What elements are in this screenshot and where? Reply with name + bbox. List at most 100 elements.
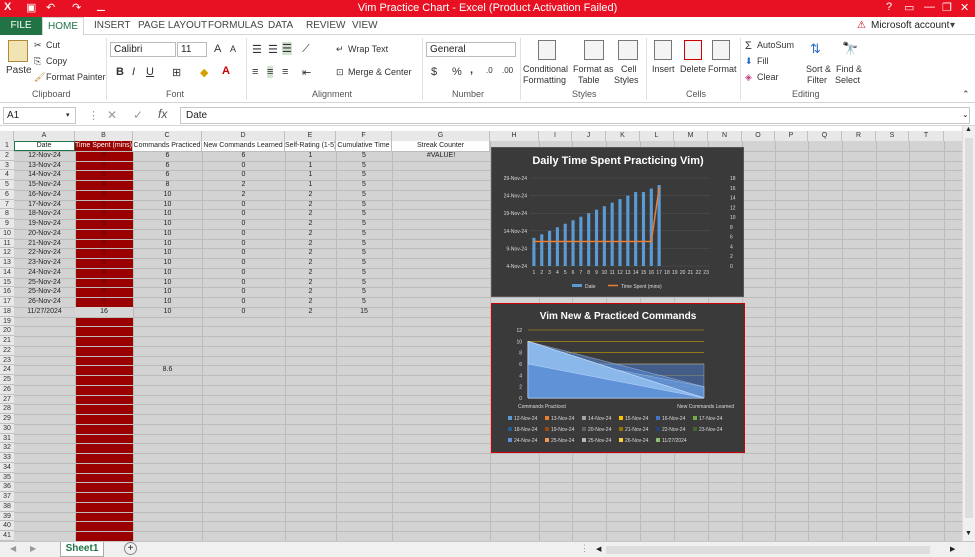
close-icon[interactable]: ✕ <box>960 1 969 14</box>
orientation-icon[interactable]: ⟋ <box>302 43 310 56</box>
data-cell[interactable]: 5 <box>336 170 392 180</box>
row-header-29[interactable]: 29 <box>0 414 14 424</box>
column-header-e[interactable]: E <box>285 131 336 141</box>
data-cell[interactable]: 10 <box>133 229 202 239</box>
data-cell[interactable]: 0 <box>202 161 285 171</box>
data-cell[interactable]: 5 <box>336 297 392 307</box>
insert-button[interactable]: Insert <box>652 64 675 74</box>
data-cell[interactable]: 25-Nov-24 <box>14 287 75 297</box>
column-header-l[interactable]: L <box>640 131 674 141</box>
data-cell[interactable]: 10 <box>133 190 202 200</box>
data-cell[interactable]: 2 <box>285 229 336 239</box>
data-cell[interactable]: 2 <box>285 248 336 258</box>
row-header-33[interactable]: 33 <box>0 453 14 463</box>
conditional-formatting-icon[interactable] <box>538 40 556 60</box>
data-cell[interactable]: 14-Nov-24 <box>14 170 75 180</box>
format-painter-icon[interactable]: 🖌 <box>34 72 45 83</box>
comma-button[interactable]: , <box>470 64 473 76</box>
row-header-3[interactable]: 3 <box>0 160 14 171</box>
new-sheet-button[interactable]: + <box>124 542 137 555</box>
row-header-28[interactable]: 28 <box>0 404 14 414</box>
header-cell[interactable]: Self-Rating (1-5) <box>285 141 336 151</box>
row-header-13[interactable]: 13 <box>0 258 14 268</box>
tab-split-icon[interactable]: ⋮ <box>580 543 589 554</box>
data-cell[interactable]: 5 <box>75 268 133 278</box>
data-cell[interactable] <box>392 239 490 249</box>
row-header-23[interactable]: 23 <box>0 355 14 366</box>
data-cell[interactable]: 10 <box>133 239 202 249</box>
data-cell[interactable]: 5 <box>75 151 133 161</box>
column-header-c[interactable]: C <box>133 131 202 141</box>
sort-filter-button[interactable]: Sort & <box>806 64 831 74</box>
help-button[interactable]: ? <box>886 1 892 13</box>
data-cell-c24[interactable]: 8.6 <box>133 365 202 375</box>
commands-chart[interactable]: Vim New & Practiced Commands 12 10 8 6 4 2 0 Com… <box>491 303 745 453</box>
decrease-decimal-icon[interactable]: .00 <box>502 66 513 75</box>
data-cell[interactable]: 5 <box>75 161 133 171</box>
data-cell[interactable]: 10 <box>133 219 202 229</box>
data-cell[interactable]: 0 <box>202 209 285 219</box>
data-cell[interactable]: 25-Nov-24 <box>14 278 75 288</box>
cancel-entry-icon[interactable]: ✕ <box>107 108 117 122</box>
column-header-m[interactable]: M <box>674 131 708 141</box>
column-header-f[interactable]: F <box>336 131 392 141</box>
delete-button[interactable]: Delete <box>680 64 706 74</box>
data-cell[interactable]: 16 <box>75 306 133 317</box>
row-header-30[interactable]: 30 <box>0 423 14 434</box>
data-cell[interactable]: 10 <box>133 297 202 307</box>
data-cell[interactable]: 0 <box>202 307 285 317</box>
column-header-o[interactable]: O <box>742 131 775 141</box>
merge-icon[interactable]: ⊡ <box>336 67 344 78</box>
data-cell[interactable]: 18-Nov-24 <box>14 209 75 219</box>
header-cell[interactable]: Cumulative Time <box>336 141 392 151</box>
data-cell[interactable]: 0 <box>202 278 285 288</box>
row-header-8[interactable]: 8 <box>0 209 14 219</box>
align-left-icon[interactable]: ≡ <box>252 66 258 78</box>
data-cell[interactable]: 2 <box>285 209 336 219</box>
sheet-tab-sheet1[interactable]: Sheet1 <box>60 542 104 557</box>
header-cell[interactable]: Time Spent (mins) <box>75 141 133 151</box>
data-cell[interactable]: 2 <box>285 239 336 249</box>
row-header-24[interactable]: 24 <box>0 365 14 375</box>
find-select-icon[interactable]: 🔭 <box>842 41 858 57</box>
next-sheet-icon[interactable]: ▶ <box>30 544 36 553</box>
tab-file[interactable]: FILE <box>0 17 42 35</box>
header-cell[interactable]: New Commands Learned <box>202 141 285 151</box>
data-cell[interactable]: 8 <box>133 180 202 190</box>
bold-button[interactable]: B <box>116 66 124 78</box>
clear-icon[interactable]: ◈ <box>745 72 752 83</box>
row-header-19[interactable]: 19 <box>0 316 14 327</box>
cut-icon[interactable]: ✂ <box>34 40 42 51</box>
data-cell[interactable]: 10 <box>133 278 202 288</box>
data-cell[interactable]: 5 <box>75 229 133 239</box>
data-cell[interactable]: 26-Nov-24 <box>14 297 75 307</box>
data-cell[interactable]: 5 <box>336 229 392 239</box>
scroll-right-icon[interactable]: ▶ <box>950 545 955 553</box>
cell-styles-button[interactable]: Cell <box>621 64 637 74</box>
data-cell[interactable]: 5 <box>336 209 392 219</box>
autosum-button[interactable]: AutoSum <box>757 40 794 50</box>
row-header-36[interactable]: 36 <box>0 482 14 492</box>
sort-filter-icon[interactable]: ⇅ <box>810 41 821 57</box>
delete-cells-icon[interactable] <box>684 40 702 60</box>
data-cell[interactable]: 17-Nov-24 <box>14 200 75 210</box>
tab-home[interactable]: HOME <box>42 17 84 36</box>
formula-input[interactable]: Date <box>180 107 970 124</box>
tab-formulas[interactable]: FORMULAS <box>208 20 264 31</box>
row-header-7[interactable]: 7 <box>0 199 14 210</box>
row-header-4[interactable]: 4 <box>0 170 14 180</box>
column-header-p[interactable]: P <box>775 131 808 141</box>
vertical-scrollbar[interactable]: ▲ ▼ <box>962 126 975 541</box>
row-header-1[interactable]: 1 <box>0 141 14 151</box>
data-cell[interactable]: 5 <box>75 200 133 210</box>
row-header-32[interactable]: 32 <box>0 443 14 453</box>
data-cell[interactable]: 6 <box>202 151 285 161</box>
autosum-icon[interactable]: Σ <box>745 40 752 52</box>
data-cell[interactable]: 5 <box>336 180 392 190</box>
data-cell[interactable]: 10 <box>133 307 202 317</box>
insert-cells-icon[interactable] <box>654 40 672 60</box>
account-chevron-icon[interactable]: ▾ <box>950 20 955 31</box>
data-cell[interactable]: 5 <box>75 190 133 200</box>
horizontal-scroll-thumb[interactable] <box>606 546 930 554</box>
data-cell[interactable] <box>392 258 490 268</box>
